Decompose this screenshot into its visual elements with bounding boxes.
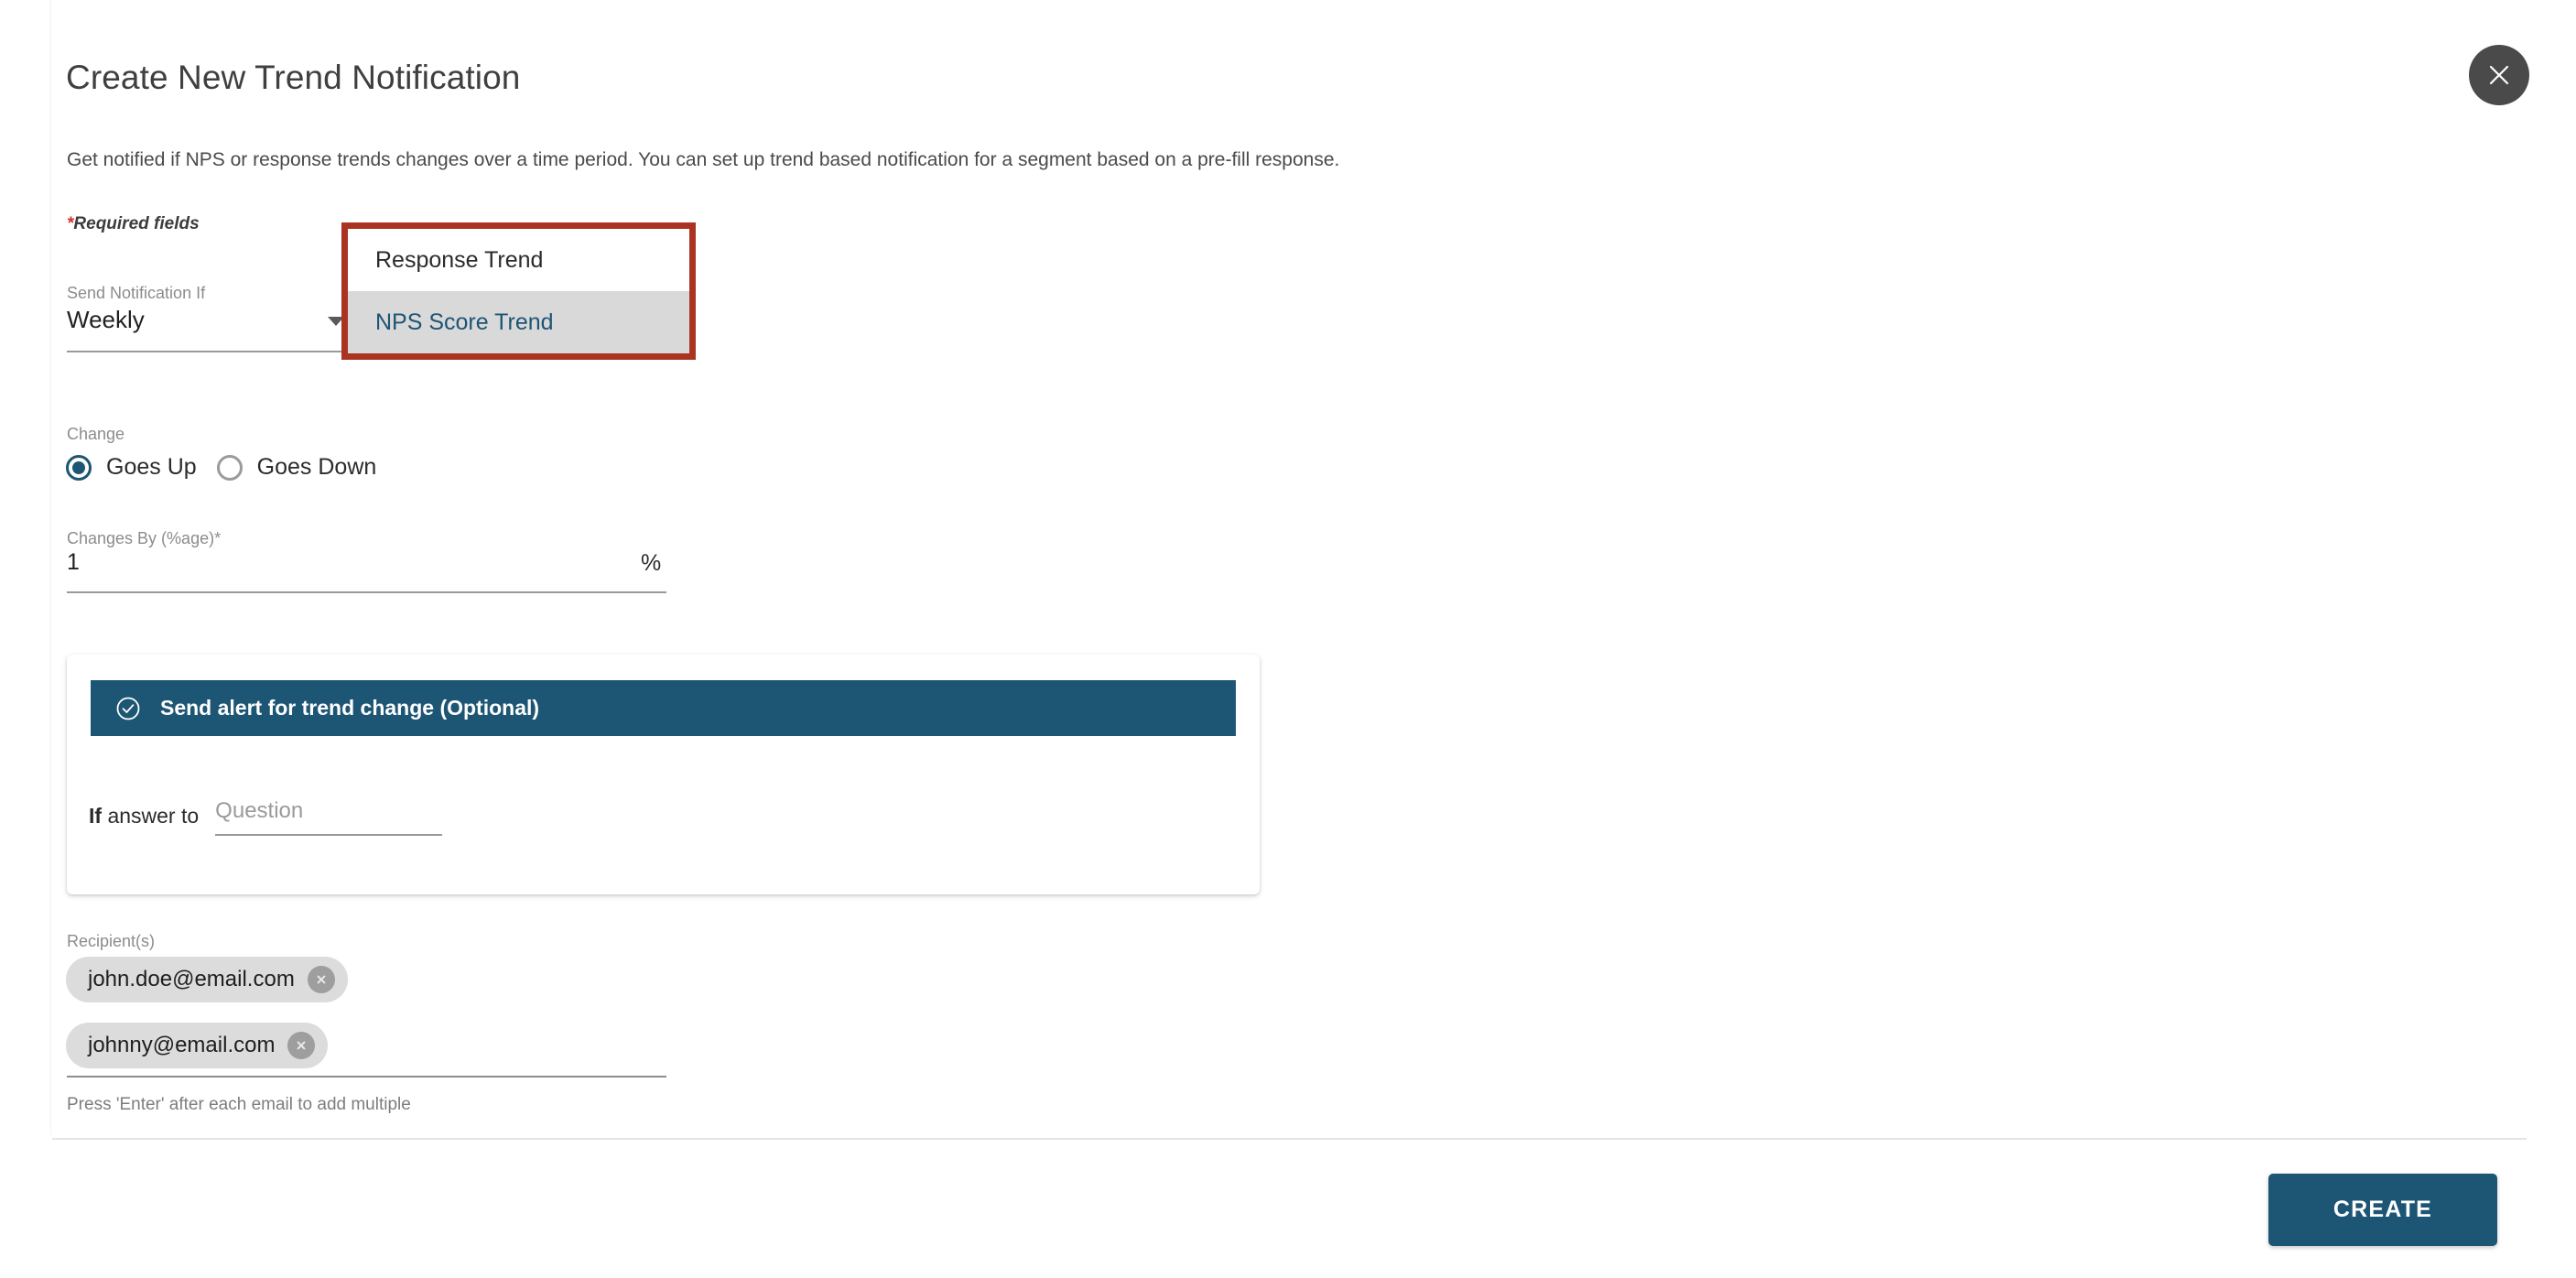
recipient-email: john.doe@email.com: [88, 967, 295, 991]
recipients-label: Recipient(s): [67, 932, 156, 950]
radio-goes-up-label: Goes Up: [106, 454, 197, 480]
changes-by-underline: [67, 591, 666, 593]
close-icon: [2484, 60, 2515, 91]
left-divider-rule: [50, 0, 51, 1135]
recipient-chip: johnny@email.com: [66, 1023, 329, 1068]
page-title: Create New Trend Notification: [66, 59, 521, 96]
recipient-chip: john.doe@email.com: [66, 957, 348, 1002]
close-button[interactable]: [2469, 45, 2529, 105]
remove-chip-icon[interactable]: [307, 966, 335, 993]
if-answer-prefix: If answer to: [89, 796, 199, 829]
footer-divider: [52, 1138, 2527, 1140]
recipients-hint: Press 'Enter' after each email to add mu…: [67, 1095, 411, 1114]
question-input[interactable]: Question: [215, 796, 443, 837]
trend-type-dropdown-list: Response Trend NPS Score Trend: [348, 229, 689, 353]
send-alert-header[interactable]: Send alert for trend change (Optional): [91, 680, 1236, 736]
trend-type-dropdown-highlight: Response Trend NPS Score Trend: [341, 222, 696, 360]
dropdown-option-nps-score-trend[interactable]: NPS Score Trend: [348, 291, 689, 353]
create-trend-notification-modal: Create New Trend Notification Get notifi…: [0, 0, 2576, 1278]
send-alert-header-label: Send alert for trend change (Optional): [160, 696, 540, 720]
if-answer-row: If answer to Question: [89, 796, 443, 837]
change-radio-group: Goes Up Goes Down: [66, 454, 396, 481]
required-fields-label: Required fields: [73, 214, 200, 233]
radio-goes-up-icon: [66, 454, 92, 481]
radio-goes-down-icon: [216, 454, 243, 481]
send-notification-if-value[interactable]: Weekly: [67, 306, 145, 334]
check-circle-icon: [115, 696, 141, 721]
recipients-underline[interactable]: [67, 1076, 666, 1078]
radio-goes-down-label: Goes Down: [256, 454, 377, 480]
changes-by-input[interactable]: 1: [67, 549, 80, 576]
question-underline: [215, 834, 443, 837]
modal-description: Get notified if NPS or response trends c…: [67, 149, 1340, 170]
answer-to-text: answer to: [102, 804, 200, 828]
question-placeholder: Question: [215, 798, 304, 823]
remove-chip-icon[interactable]: [287, 1032, 316, 1059]
send-notification-if-underline: [67, 351, 355, 352]
send-alert-card: Send alert for trend change (Optional) I…: [67, 655, 1260, 894]
radio-goes-down[interactable]: Goes Down: [216, 454, 377, 481]
required-fields-note: *Required fields: [67, 214, 200, 234]
radio-goes-up[interactable]: Goes Up: [66, 454, 197, 481]
change-group-label: Change: [67, 425, 125, 443]
recipient-email: johnny@email.com: [88, 1033, 276, 1057]
changes-by-label: Changes By (%age)*: [67, 529, 222, 547]
if-keyword: If: [89, 804, 103, 828]
send-notification-if-label: Send Notification If: [67, 284, 206, 302]
create-button[interactable]: CREATE: [2268, 1174, 2497, 1246]
dropdown-option-response-trend[interactable]: Response Trend: [348, 229, 689, 291]
percent-suffix: %: [641, 550, 662, 576]
